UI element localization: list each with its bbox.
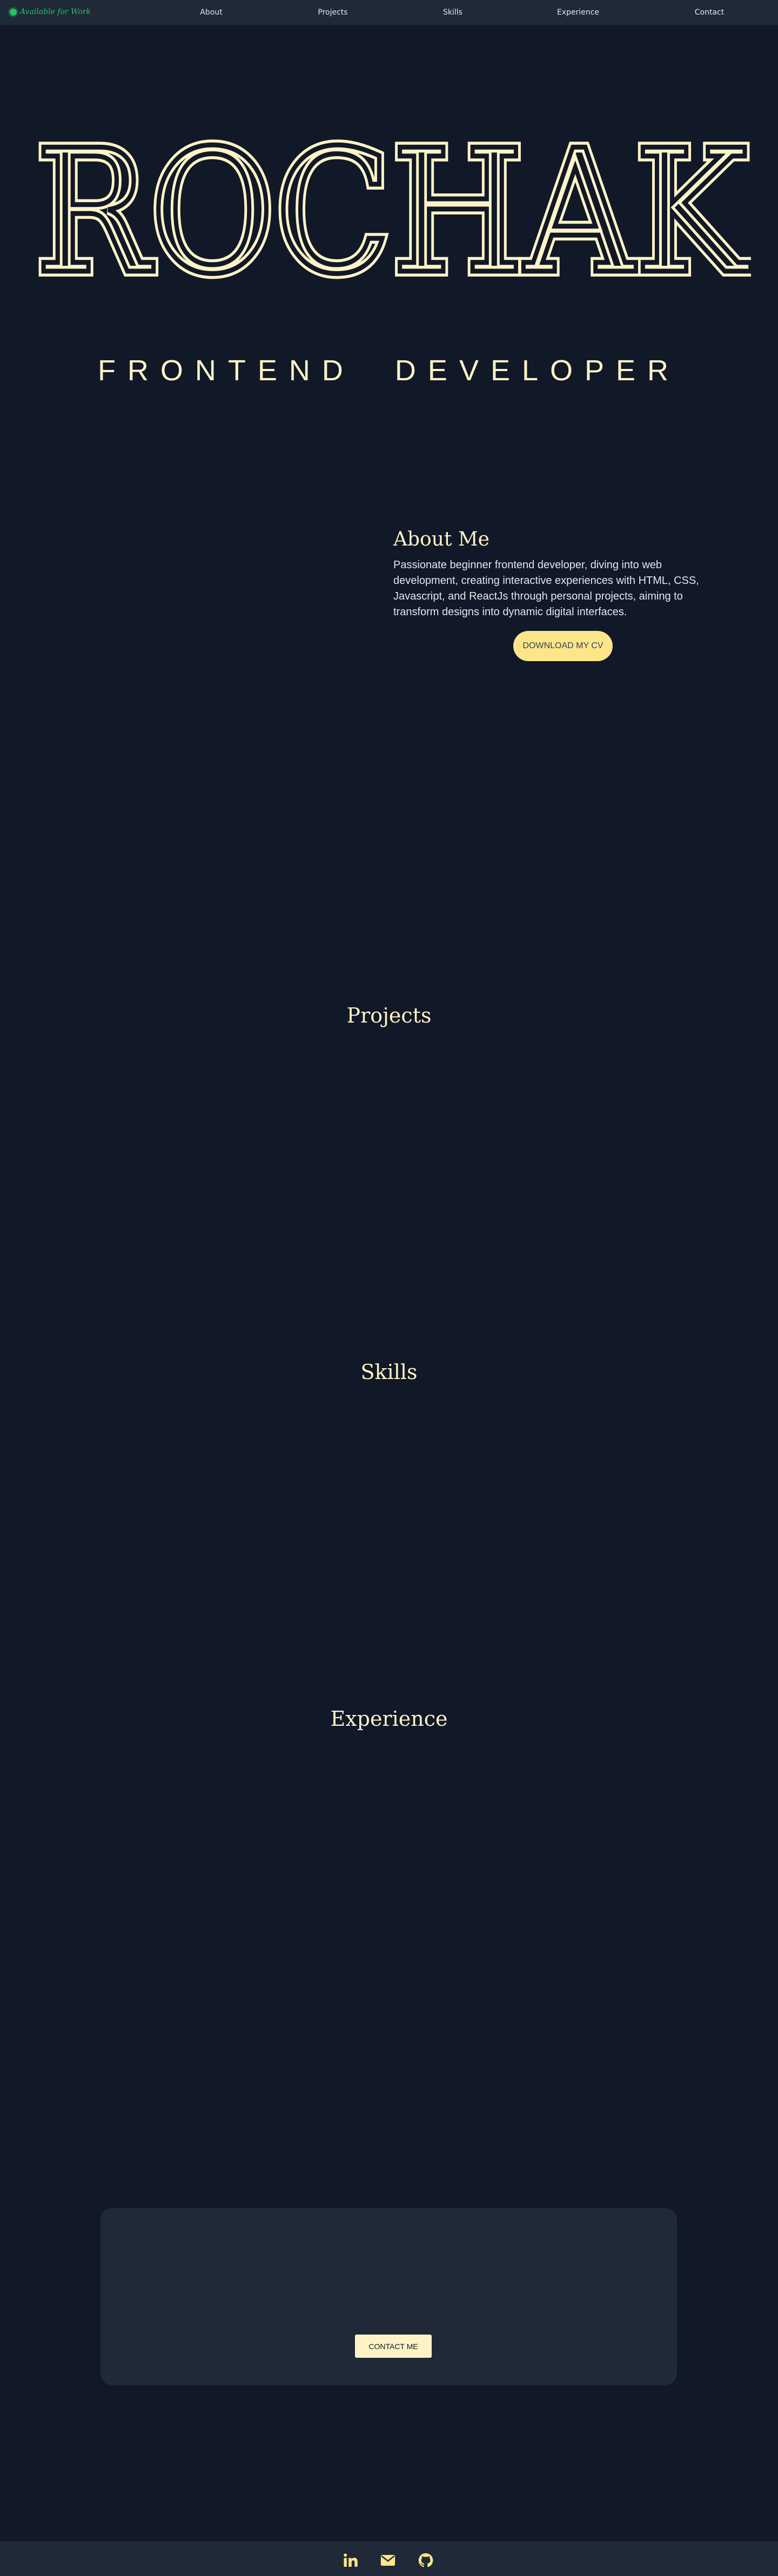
linkedin-icon[interactable]	[343, 2552, 359, 2568]
nav-link-projects[interactable]: Projects	[318, 8, 347, 17]
nav-link-skills[interactable]: Skills	[443, 8, 462, 17]
nav-link-about[interactable]: About	[200, 8, 222, 17]
hero-subtitle: FRONTEND DEVELOPER	[0, 354, 778, 387]
projects-title: Projects	[0, 1004, 778, 1027]
about-text: Passionate beginner frontend developer, …	[393, 557, 717, 620]
contact-me-button[interactable]: CONTACT ME	[355, 2335, 432, 2358]
footer	[0, 2541, 778, 2576]
experience-title: Experience	[0, 1707, 778, 1731]
about-title: About Me	[393, 528, 489, 550]
availability-label: Available for Work	[20, 8, 91, 16]
nav-link-contact[interactable]: Contact	[695, 8, 724, 17]
hero-name: ROCHAK ROCHAK	[32, 130, 751, 286]
availability-status: Available for Work	[10, 8, 91, 16]
nav-link-experience[interactable]: Experience	[557, 8, 599, 17]
contact-card: CONTACT ME	[100, 2208, 677, 2385]
email-icon[interactable]	[380, 2552, 396, 2568]
hero-name-inline: ROCHAK	[35, 130, 751, 286]
status-dot-icon	[10, 9, 17, 16]
skills-title: Skills	[0, 1360, 778, 1384]
top-navbar: Available for Work About Projects Skills…	[0, 0, 778, 25]
download-cv-button[interactable]: DOWNLOAD MY CV	[513, 631, 613, 661]
github-icon[interactable]	[418, 2552, 434, 2568]
